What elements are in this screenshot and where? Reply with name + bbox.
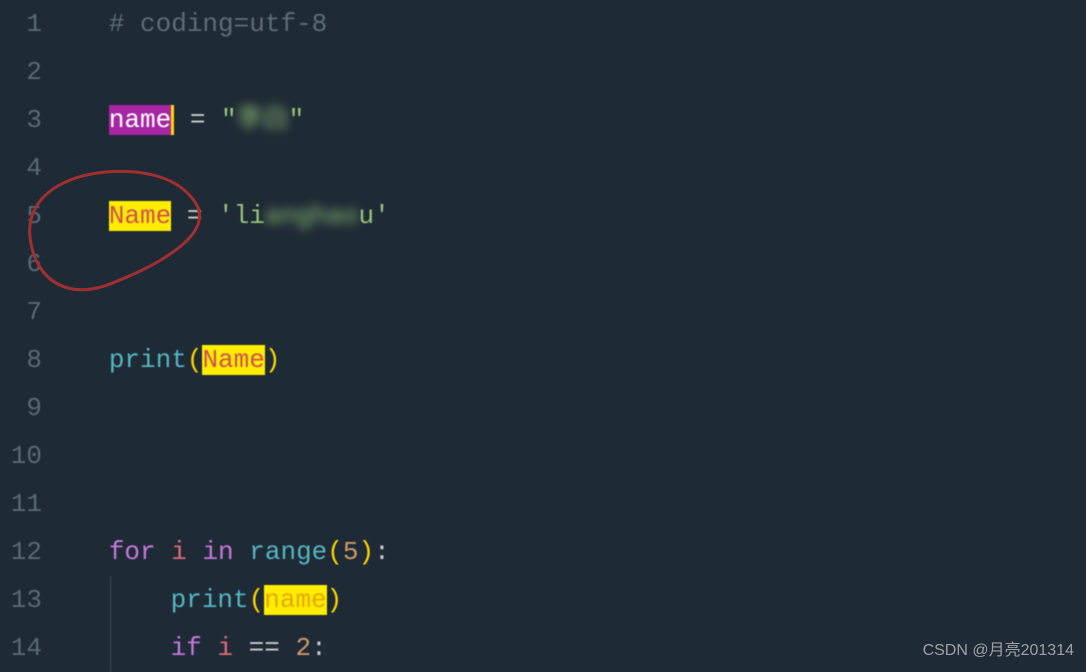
variable-highlight-secondary: Name xyxy=(109,201,171,231)
paren-close: ) xyxy=(327,585,343,615)
line-number: 14 xyxy=(0,624,42,672)
keyword: for xyxy=(109,537,156,567)
line-number: 9 xyxy=(0,384,42,432)
string-content: 李白 xyxy=(237,105,289,135)
code-editor[interactable]: 1 2 3 4 5 6 7 8 9 10 11 12 13 14 # codin… xyxy=(0,0,1086,668)
code-line[interactable]: # coding=utf-8 xyxy=(62,0,1086,48)
string-quote: " xyxy=(221,105,237,135)
line-number: 11 xyxy=(0,480,42,528)
string-content: anghao xyxy=(265,201,359,231)
builtin-function: print xyxy=(171,585,249,615)
code-line[interactable]: name = "李白" xyxy=(62,96,1086,144)
indent-guide: if i == 2: xyxy=(110,624,327,672)
code-content[interactable]: # coding=utf-8 name = "李白" Name = 'liang… xyxy=(62,0,1086,668)
code-line[interactable] xyxy=(62,144,1086,192)
paren-close: ) xyxy=(359,537,375,567)
line-number: 1 xyxy=(0,0,42,48)
code-line[interactable] xyxy=(62,240,1086,288)
space xyxy=(280,633,296,663)
builtin-function: range xyxy=(249,537,327,567)
line-number: 5 xyxy=(0,192,42,240)
paren-close: ) xyxy=(265,345,281,375)
line-number-gutter: 1 2 3 4 5 6 7 8 9 10 11 12 13 14 xyxy=(0,0,62,668)
watermark: CSDN @月亮201314 xyxy=(923,636,1074,660)
code-line[interactable]: print(name) xyxy=(62,576,1086,624)
string-quote: ' xyxy=(218,201,234,231)
operator: == xyxy=(249,633,280,663)
string-quote: ' xyxy=(374,201,390,231)
string-content: li xyxy=(234,201,265,231)
variable-highlight-secondary: Name xyxy=(202,345,264,375)
paren-open: ( xyxy=(327,537,343,567)
comment: # coding=utf-8 xyxy=(109,9,327,39)
keyword: in xyxy=(202,537,233,567)
variable: i xyxy=(156,537,203,567)
number: 5 xyxy=(343,537,359,567)
operator: = xyxy=(171,201,218,231)
paren-open: ( xyxy=(187,345,203,375)
line-number: 2 xyxy=(0,48,42,96)
variable: i xyxy=(202,633,249,663)
operator: = xyxy=(174,105,221,135)
indent-guide: print(name) xyxy=(110,576,342,624)
line-number: 3 xyxy=(0,96,42,144)
line-number: 13 xyxy=(0,576,42,624)
space xyxy=(234,537,250,567)
line-number: 7 xyxy=(0,288,42,336)
paren-open: ( xyxy=(249,585,265,615)
colon: : xyxy=(311,633,327,663)
builtin-function: print xyxy=(109,345,187,375)
keyword: if xyxy=(171,633,202,663)
line-number: 6 xyxy=(0,240,42,288)
string-quote: " xyxy=(289,105,305,135)
number: 2 xyxy=(295,633,311,663)
code-line[interactable] xyxy=(62,480,1086,528)
code-line[interactable] xyxy=(62,48,1086,96)
line-number: 4 xyxy=(0,144,42,192)
line-number: 8 xyxy=(0,336,42,384)
code-line[interactable] xyxy=(62,288,1086,336)
code-line[interactable]: for i in range(5): xyxy=(62,528,1086,576)
code-line[interactable]: Name = 'lianghaou' xyxy=(62,192,1086,240)
variable-highlight-primary: name xyxy=(109,105,174,135)
line-number: 10 xyxy=(0,432,42,480)
colon: : xyxy=(374,537,390,567)
code-line[interactable]: print(Name) xyxy=(62,336,1086,384)
code-line[interactable] xyxy=(62,432,1086,480)
line-number: 12 xyxy=(0,528,42,576)
code-line[interactable] xyxy=(62,384,1086,432)
variable-highlight-secondary: name xyxy=(264,585,326,615)
string-content: u xyxy=(359,201,375,231)
